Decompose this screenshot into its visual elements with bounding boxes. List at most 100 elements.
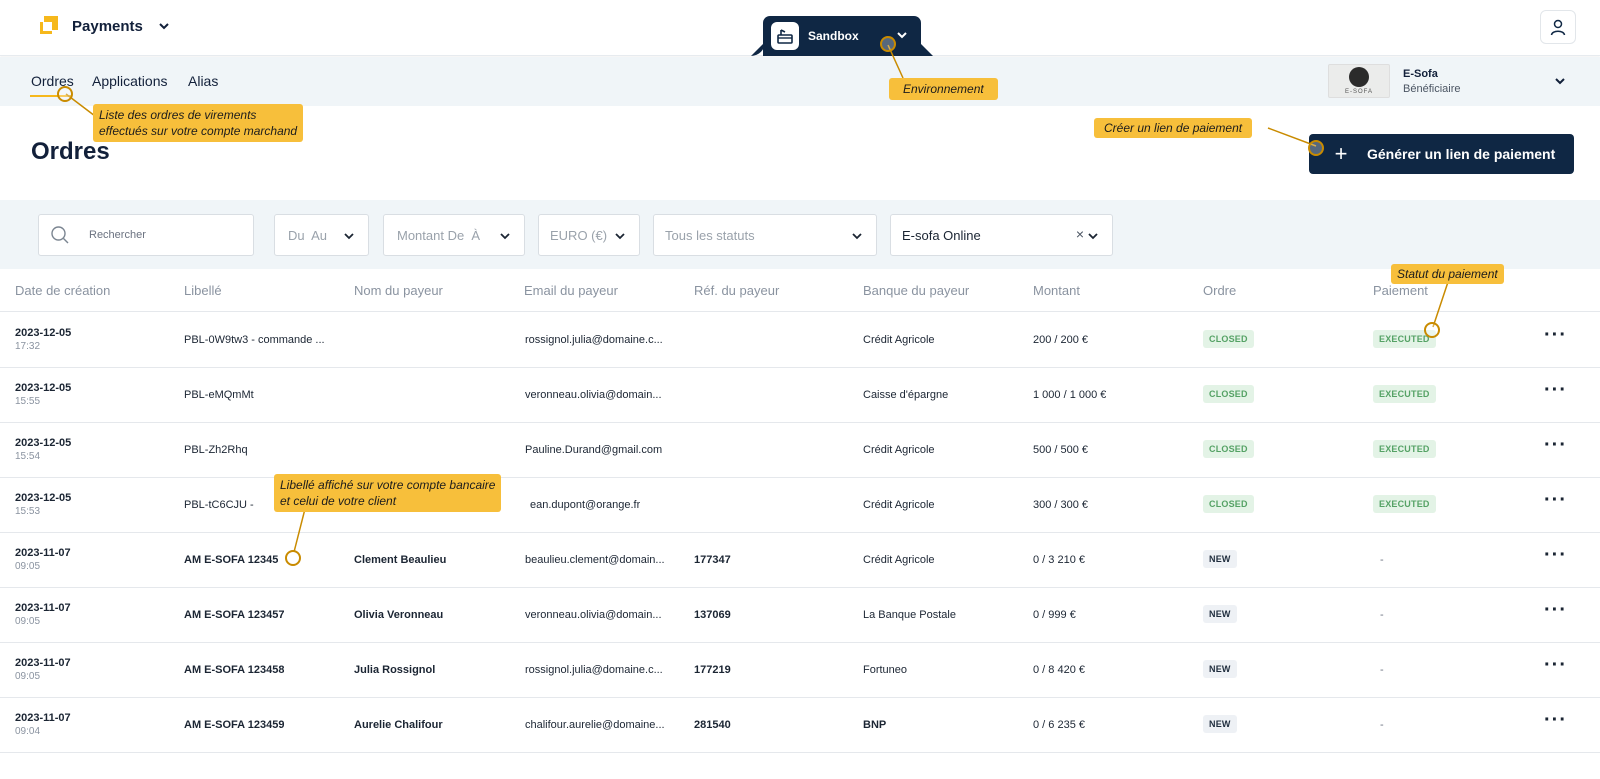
row-time: 15:53	[15, 506, 41, 517]
callout-orders: Liste des ordres de virements effectués …	[93, 104, 304, 142]
row-time: 17:32	[15, 341, 41, 352]
row-payer: Clement Beaulieu	[354, 554, 447, 566]
status-filter[interactable]: Tous les statuts	[653, 214, 877, 256]
column-header-payment[interactable]: Paiement	[1373, 283, 1428, 298]
row-bank: Fortuneo	[863, 664, 908, 676]
clear-icon[interactable]: ×	[1076, 226, 1084, 242]
merchant-role: Bénéficiaire	[1403, 83, 1461, 95]
payment-status-empty: -	[1380, 664, 1384, 676]
merchant-logo: E-SOFA	[1328, 64, 1390, 98]
chevron-down-icon	[852, 233, 862, 240]
date-range-filter[interactable]: Du Au	[274, 214, 369, 256]
payments-logo-icon	[40, 16, 60, 36]
row-email: ean.dupont@orange.fr	[530, 499, 641, 511]
application-filter[interactable]: E-sofa Online ×	[890, 214, 1113, 256]
annotation-marker	[1308, 140, 1324, 156]
row-date: 2023-12-05	[15, 382, 72, 394]
generate-payment-link-button[interactable]: + Générer un lien de paiement	[1309, 134, 1574, 174]
row-date: 2023-11-07	[15, 657, 71, 669]
row-date: 2023-12-05	[15, 492, 72, 504]
table-row[interactable]: 2023-11-07 09:05 AM E-SOFA 123458 Julia …	[0, 643, 1600, 698]
plus-icon: +	[1334, 141, 1348, 166]
column-header-ref[interactable]: Réf. du payeur	[694, 283, 779, 298]
row-time: 09:05	[15, 616, 41, 627]
more-actions-icon[interactable]: ···	[1544, 600, 1567, 620]
column-header-email[interactable]: Email du payeur	[524, 283, 618, 298]
row-date: 2023-11-07	[15, 712, 71, 724]
row-amount: 300 / 300 €	[1033, 499, 1089, 511]
more-actions-icon[interactable]: ···	[1544, 710, 1567, 730]
row-label: PBL-Zh2Rhq	[184, 444, 248, 456]
column-header-payer[interactable]: Nom du payeur	[354, 283, 443, 298]
callout-create-link: Créer un lien de paiement	[1094, 118, 1253, 138]
table-row[interactable]: 2023-11-07 09:05 AM E-SOFA 123457 Olivia…	[0, 588, 1600, 643]
sandbox-icon	[771, 22, 799, 50]
row-date: 2023-12-05	[15, 437, 72, 449]
table-row[interactable]: 2023-12-05 15:54 PBL-Zh2Rhq Pauline.Dura…	[0, 423, 1600, 478]
row-date: 2023-11-07	[15, 547, 71, 559]
row-bank: Crédit Agricole	[863, 554, 935, 566]
row-amount: 0 / 8 420 €	[1033, 664, 1085, 676]
row-email: Pauline.Durand@gmail.com	[525, 444, 663, 456]
annotation-marker	[880, 36, 896, 52]
row-email: beaulieu.clement@domain...	[525, 554, 665, 566]
payment-status-empty: -	[1380, 609, 1384, 621]
table-row[interactable]: 2023-12-05 15:53 PBL-tC6CJU - ean.dupont…	[0, 478, 1600, 533]
environment-selector[interactable]: Sandbox	[763, 16, 921, 56]
row-ref: 281540	[694, 719, 731, 731]
row-email: rossignol.julia@domaine.c...	[525, 334, 663, 346]
search-icon	[51, 226, 69, 244]
nav-tab-alias[interactable]: Alias	[188, 73, 218, 89]
user-account-button[interactable]	[1540, 10, 1576, 44]
more-actions-icon[interactable]: ···	[1544, 380, 1567, 400]
order-status-badge: NEW	[1203, 715, 1237, 733]
table-row[interactable]: 2023-12-05 15:55 PBL-eMQmMt veronneau.ol…	[0, 368, 1600, 423]
payment-status-empty: -	[1380, 554, 1384, 566]
more-actions-icon[interactable]: ···	[1544, 325, 1567, 345]
row-bank: Crédit Agricole	[863, 334, 935, 346]
more-actions-icon[interactable]: ···	[1544, 655, 1567, 675]
row-date: 2023-11-07	[15, 602, 71, 614]
column-header-bank[interactable]: Banque du payeur	[863, 283, 969, 298]
row-date: 2023-12-05	[15, 327, 72, 339]
merchant-name: E-Sofa	[1403, 68, 1438, 80]
row-label: AM E-SOFA 123458	[184, 664, 285, 676]
table-row[interactable]: 2023-11-07 09:04 AM E-SOFA 123459 Aureli…	[0, 698, 1600, 753]
row-ref: 177347	[694, 554, 731, 566]
search-input[interactable]: Rechercher	[38, 214, 254, 256]
app-switcher[interactable]: Payments	[40, 16, 171, 36]
row-label: PBL-tC6CJU -	[184, 499, 254, 511]
column-header-order[interactable]: Ordre	[1203, 283, 1236, 298]
row-time: 09:04	[15, 726, 41, 737]
table-row[interactable]: 2023-12-05 17:32 PBL-0W9tw3 - commande .…	[0, 313, 1600, 368]
more-actions-icon[interactable]: ···	[1544, 490, 1567, 510]
order-status-badge: NEW	[1203, 660, 1237, 678]
payment-status-empty: -	[1380, 719, 1384, 731]
more-actions-icon[interactable]: ···	[1544, 435, 1567, 455]
row-amount: 1 000 / 1 000 €	[1033, 389, 1107, 401]
order-status-badge: CLOSED	[1203, 330, 1254, 348]
column-header-date[interactable]: Date de création	[15, 283, 110, 298]
order-status-badge: NEW	[1203, 605, 1237, 623]
row-amount: 0 / 3 210 €	[1033, 554, 1085, 566]
row-bank: BNP	[863, 719, 887, 731]
row-payer: Olivia Veronneau	[354, 609, 444, 621]
currency-filter[interactable]: EURO (€)	[538, 214, 640, 256]
more-actions-icon[interactable]: ···	[1544, 545, 1567, 565]
row-bank: Crédit Agricole	[863, 499, 935, 511]
row-amount: 0 / 6 235 €	[1033, 719, 1085, 731]
user-icon	[1550, 19, 1566, 36]
row-amount: 500 / 500 €	[1033, 444, 1089, 456]
nav-tab-applications[interactable]: Applications	[92, 73, 168, 89]
row-payer: Aurelie Chalifour	[354, 719, 443, 731]
row-email: veronneau.olivia@domain...	[525, 609, 662, 621]
callout-payment-status: Statut du paiement	[1391, 264, 1504, 284]
column-header-amount[interactable]: Montant	[1033, 283, 1080, 298]
row-email: rossignol.julia@domaine.c...	[525, 664, 663, 676]
payment-status-badge: EXECUTED	[1373, 385, 1436, 403]
column-header-label[interactable]: Libellé	[184, 283, 222, 298]
row-bank: La Banque Postale	[863, 609, 956, 621]
amount-filter[interactable]: Montant De À	[383, 214, 525, 256]
table-row[interactable]: 2023-11-07 09:05 AM E-SOFA 12345 Clement…	[0, 533, 1600, 588]
chevron-down-icon[interactable]	[1553, 74, 1567, 88]
